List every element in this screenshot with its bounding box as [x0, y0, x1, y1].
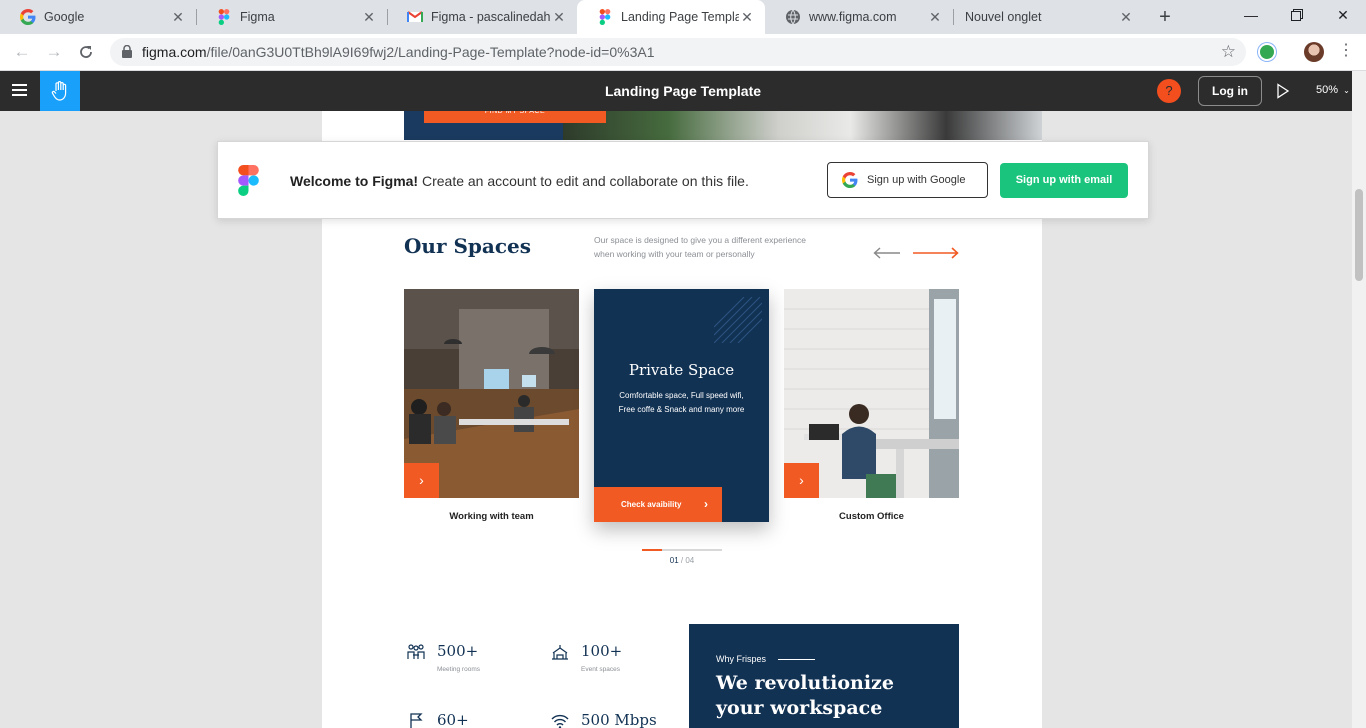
new-tab-button[interactable]: +: [1154, 6, 1176, 28]
stat-number: 100+: [581, 642, 623, 660]
address-bar[interactable]: figma.com/file/0anG3U0TtBh9lA9I69fwj2/La…: [110, 38, 1246, 66]
flag-icon: [410, 713, 423, 728]
zoom-level: 50%: [1316, 84, 1339, 96]
figma-icon: [218, 9, 230, 25]
tab-figma[interactable]: Figma ✕: [196, 0, 387, 34]
why-kicker: Why Frispes: [716, 654, 767, 664]
url-text: figma.com/file/0anG3U0TtBh9lA9I69fwj2/La…: [142, 44, 654, 60]
figma-icon: [599, 9, 611, 25]
tab-title: Figma: [240, 10, 275, 24]
welcome-bold: Welcome to Figma!: [290, 173, 419, 189]
reload-icon: [80, 46, 92, 58]
globe-icon: [786, 9, 800, 25]
arrow-left-icon: [873, 247, 900, 259]
arrow-right-icon: [913, 247, 959, 259]
card-title: Private Space: [628, 361, 735, 379]
zoom-dropdown[interactable]: 50% ⌄: [1316, 84, 1350, 96]
present-play-icon[interactable]: [1276, 83, 1290, 99]
tab-title: www.figma.com: [809, 10, 897, 24]
browser-tab-strip: Google ✕ Figma ✕ Figma - pascalinedahzin…: [0, 0, 1366, 34]
stat-number: 500 Mbps: [581, 711, 657, 728]
card-caption: Working with team: [449, 511, 534, 522]
close-icon[interactable]: ✕: [739, 9, 755, 25]
url-host: figma.com: [142, 44, 207, 60]
browser-toolbar: ← → figma.com/file/0anG3U0TtBh9lA9I69fwj…: [0, 34, 1366, 71]
stat-number: 60+: [437, 711, 469, 728]
tab-title: Google: [44, 10, 85, 24]
reload-button[interactable]: [74, 40, 98, 64]
tab-new-tab[interactable]: Nouvel onglet ✕: [953, 0, 1144, 34]
hero-photo: [563, 111, 1042, 140]
button-label: Check avaibility: [621, 500, 682, 509]
forward-button[interactable]: →: [42, 40, 66, 64]
browser-menu-icon[interactable]: ⋮: [1338, 40, 1354, 62]
close-icon[interactable]: ✕: [551, 9, 567, 25]
google-icon: [842, 172, 858, 188]
carousel-progress-fill: [642, 549, 662, 551]
figma-toolbar: Landing Page Template ? Log in 50% ⌄: [0, 71, 1352, 111]
help-button[interactable]: ?: [1157, 79, 1181, 103]
restore-button[interactable]: [1274, 0, 1320, 30]
pager-total: / 04: [680, 556, 695, 565]
event-tent-icon: [552, 645, 568, 660]
tab-title: Figma - pascalinedahzin: [431, 10, 551, 24]
divider-line: [778, 659, 815, 660]
vertical-scrollbar[interactable]: [1352, 71, 1366, 728]
card-next-button: ›: [404, 463, 439, 498]
welcome-rest: Create an account to edit and collaborat…: [418, 173, 749, 189]
card-caption: Custom Office: [839, 511, 904, 522]
why-frispes-panel: Why Frispes We revolutionize your worksp…: [689, 624, 959, 728]
sign-up-email-button[interactable]: Sign up with email: [1000, 163, 1128, 198]
tab-title: Nouvel onglet: [965, 10, 1042, 24]
close-icon[interactable]: ✕: [361, 9, 377, 25]
welcome-banner: Welcome to Figma! Create an account to e…: [217, 141, 1149, 219]
extension-icon[interactable]: [1258, 43, 1276, 61]
tab-google[interactable]: Google ✕: [0, 0, 196, 34]
tab-figma-com[interactable]: www.figma.com ✕: [765, 0, 953, 34]
figma-logo-icon: [238, 165, 259, 196]
profile-avatar[interactable]: [1304, 42, 1324, 62]
stripe-pattern: [714, 297, 762, 343]
close-icon[interactable]: ✕: [1118, 9, 1134, 25]
lock-icon: [122, 45, 132, 58]
check-availability-button: Check avaibility ›: [594, 487, 722, 522]
minimize-button[interactable]: —: [1228, 0, 1274, 30]
google-icon: [20, 9, 36, 25]
carousel-progress: [642, 549, 722, 551]
gmail-icon: [407, 11, 423, 22]
restore-icon: [1291, 9, 1303, 21]
chevron-down-icon: ⌄: [1343, 86, 1350, 95]
sign-up-google-button[interactable]: Sign up with Google: [827, 162, 988, 198]
carousel-pager: 01 / 04: [642, 556, 722, 565]
why-heading: We revolutionize your workspace: [716, 672, 894, 719]
back-button[interactable]: ←: [10, 40, 34, 64]
tab-gmail[interactable]: Figma - pascalinedahzin ✕: [387, 0, 577, 34]
stat-number: 500+: [437, 642, 479, 660]
login-button[interactable]: Log in: [1198, 76, 1262, 106]
close-window-button[interactable]: ✕: [1320, 0, 1366, 30]
scrollbar-thumb[interactable]: [1355, 189, 1363, 281]
section-title: Our Spaces: [404, 234, 532, 258]
card-next-button: ›: [784, 463, 819, 498]
close-icon[interactable]: ✕: [170, 9, 186, 25]
welcome-message: Welcome to Figma! Create an account to e…: [290, 173, 749, 189]
wifi-icon: [551, 714, 569, 728]
pager-current: 01: [669, 556, 679, 565]
bookmark-star-icon[interactable]: ☆: [1221, 42, 1236, 62]
find-my-space-button: FIND MY SPACE: [424, 111, 606, 123]
close-icon[interactable]: ✕: [927, 9, 943, 25]
card-description: Comfortable space, Full speed wifi, Free…: [618, 391, 745, 414]
people-icon: [407, 644, 425, 659]
tab-title: Landing Page Template: [621, 10, 739, 24]
button-label: Sign up with Google: [867, 174, 966, 186]
chevron-right-icon: ›: [704, 497, 708, 511]
url-path: /file/0anG3U0TtBh9lA9I69fwj2/Landing-Pag…: [206, 44, 655, 60]
stat-label: Meeting rooms: [437, 666, 480, 673]
private-space-card: Private Space Comfortable space, Full sp…: [594, 289, 769, 522]
section-description: Our space is designed to give you a diff…: [594, 235, 807, 259]
stat-label: Event spaces: [581, 666, 621, 673]
tab-landing-page[interactable]: Landing Page Template ✕: [577, 0, 765, 34]
